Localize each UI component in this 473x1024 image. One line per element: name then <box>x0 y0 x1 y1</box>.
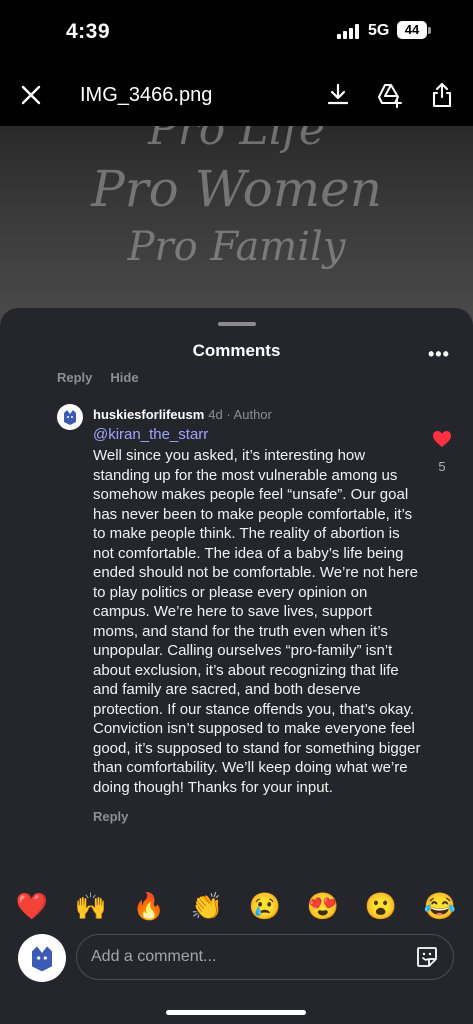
more-options-icon[interactable]: ••• <box>428 344 450 365</box>
share-icon[interactable] <box>429 82 455 108</box>
sheet-title: Comments <box>192 341 281 360</box>
reaction-raised-hands[interactable]: 🙌 <box>69 884 113 928</box>
next-comment-peek: ▬▬▬ ▬ ▬▬▬▬ <box>93 874 205 882</box>
drive-add-icon[interactable] <box>376 82 402 108</box>
hide-button[interactable]: Hide <box>110 370 138 385</box>
image-text-line: Pro Women <box>91 160 382 218</box>
signal-icon <box>337 24 359 39</box>
network-label: 5G <box>368 22 390 39</box>
home-indicator[interactable] <box>166 1010 306 1015</box>
post-image: Pro Life Pro Women Pro Family <box>0 126 473 326</box>
image-text-line: Pro Family <box>127 224 346 270</box>
husky-logo-icon <box>64 410 76 425</box>
image-text-line: Pro Life <box>148 126 325 155</box>
reply-button[interactable]: Reply <box>57 370 92 385</box>
comment-mention[interactable]: @kiran_the_starr <box>93 426 208 443</box>
commenter-avatar[interactable] <box>57 404 83 430</box>
battery-level: 44 <box>404 22 420 37</box>
reaction-heart[interactable]: ❤️ <box>10 884 54 928</box>
sheet-drag-handle[interactable] <box>218 322 256 326</box>
comment-header: huskiesforlifeusm 4d · Author <box>93 407 272 422</box>
battery-icon: 44 <box>397 21 427 39</box>
comment-username[interactable]: huskiesforlifeusm <box>93 407 204 422</box>
like-button[interactable]: 5 <box>431 430 453 474</box>
reaction-clap[interactable]: 👏 <box>185 884 229 928</box>
comment-text: Well since you asked, it’s interesting h… <box>93 447 421 796</box>
file-name: IMG_3466.png <box>80 84 213 106</box>
reaction-crying[interactable]: 😢 <box>243 884 287 928</box>
viewer-toolbar: IMG_3466.png <box>0 64 473 126</box>
sticker-icon[interactable] <box>415 945 439 969</box>
comment-meta: 4d · Author <box>208 407 272 422</box>
reply-button[interactable]: Reply <box>93 809 128 824</box>
previous-comment-actions: Reply Hide <box>57 370 157 385</box>
comment-input[interactable]: Add a comment... <box>76 934 454 980</box>
battery-tip <box>428 27 431 34</box>
status-time: 4:39 <box>66 20 111 43</box>
like-count: 5 <box>438 459 446 474</box>
current-user-avatar <box>18 934 66 982</box>
download-icon[interactable] <box>325 82 351 108</box>
reaction-laughing[interactable]: 😂 <box>418 884 462 928</box>
status-bar: 4:39 5G 44 <box>0 0 473 64</box>
husky-logo-icon <box>32 946 52 972</box>
reaction-fire[interactable]: 🔥 <box>127 884 171 928</box>
close-icon[interactable] <box>20 84 42 106</box>
comment-input-placeholder: Add a comment... <box>91 948 217 965</box>
quick-reactions-bar: ❤️ 🙌 🔥 👏 😢 😍 😮 😂 <box>0 884 473 928</box>
reaction-heart-eyes[interactable]: 😍 <box>301 884 345 928</box>
heart-icon[interactable] <box>432 430 452 448</box>
comment-composer: Add a comment... <box>0 928 473 1024</box>
reaction-surprised[interactable]: 😮 <box>359 884 403 928</box>
